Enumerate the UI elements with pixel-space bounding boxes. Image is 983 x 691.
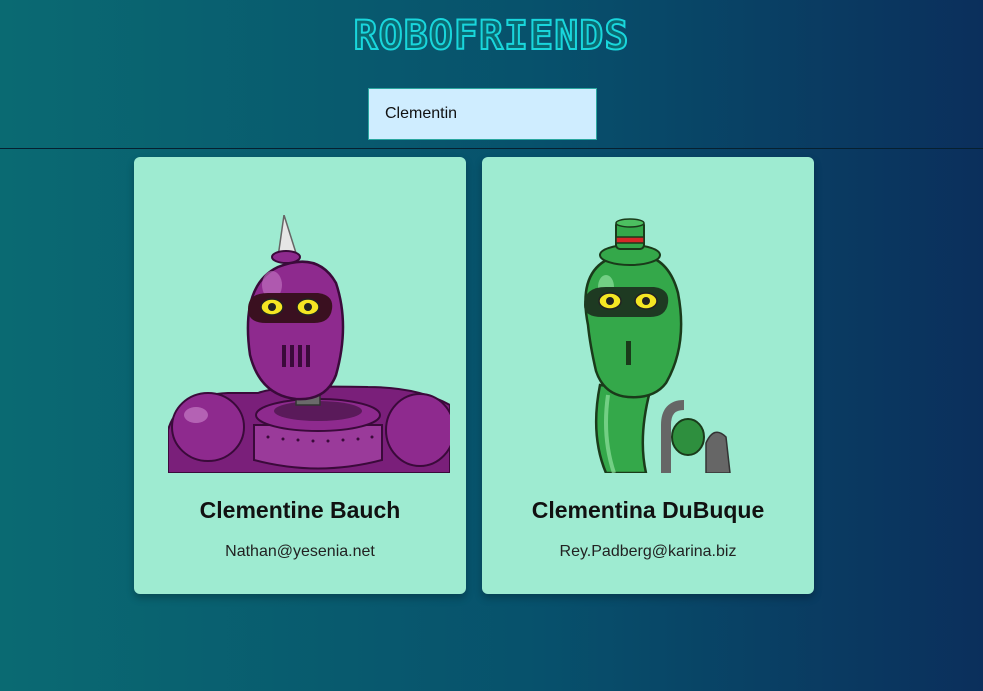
robot-avatar bbox=[168, 215, 450, 473]
header: ROBOFRIENDS bbox=[0, 0, 983, 149]
robot-avatar bbox=[516, 215, 798, 473]
green-robot-avatar-icon bbox=[584, 218, 731, 473]
app-title: ROBOFRIENDS bbox=[353, 12, 630, 60]
robot-email: Rey.Padberg@karina.biz bbox=[559, 543, 737, 560]
robot-name: Clementina DuBuque bbox=[531, 497, 765, 523]
robot-card[interactable]: Clementine Bauch Nathan@yesenia.net bbox=[134, 157, 466, 594]
robot-email: Nathan@yesenia.net bbox=[225, 543, 375, 560]
robot-card[interactable]: Clementina DuBuque Rey.Padberg@karina.bi… bbox=[482, 157, 814, 594]
search-input[interactable] bbox=[368, 88, 597, 140]
purple-robot-avatar-icon bbox=[168, 215, 450, 473]
robot-name: Clementine Bauch bbox=[199, 497, 401, 523]
